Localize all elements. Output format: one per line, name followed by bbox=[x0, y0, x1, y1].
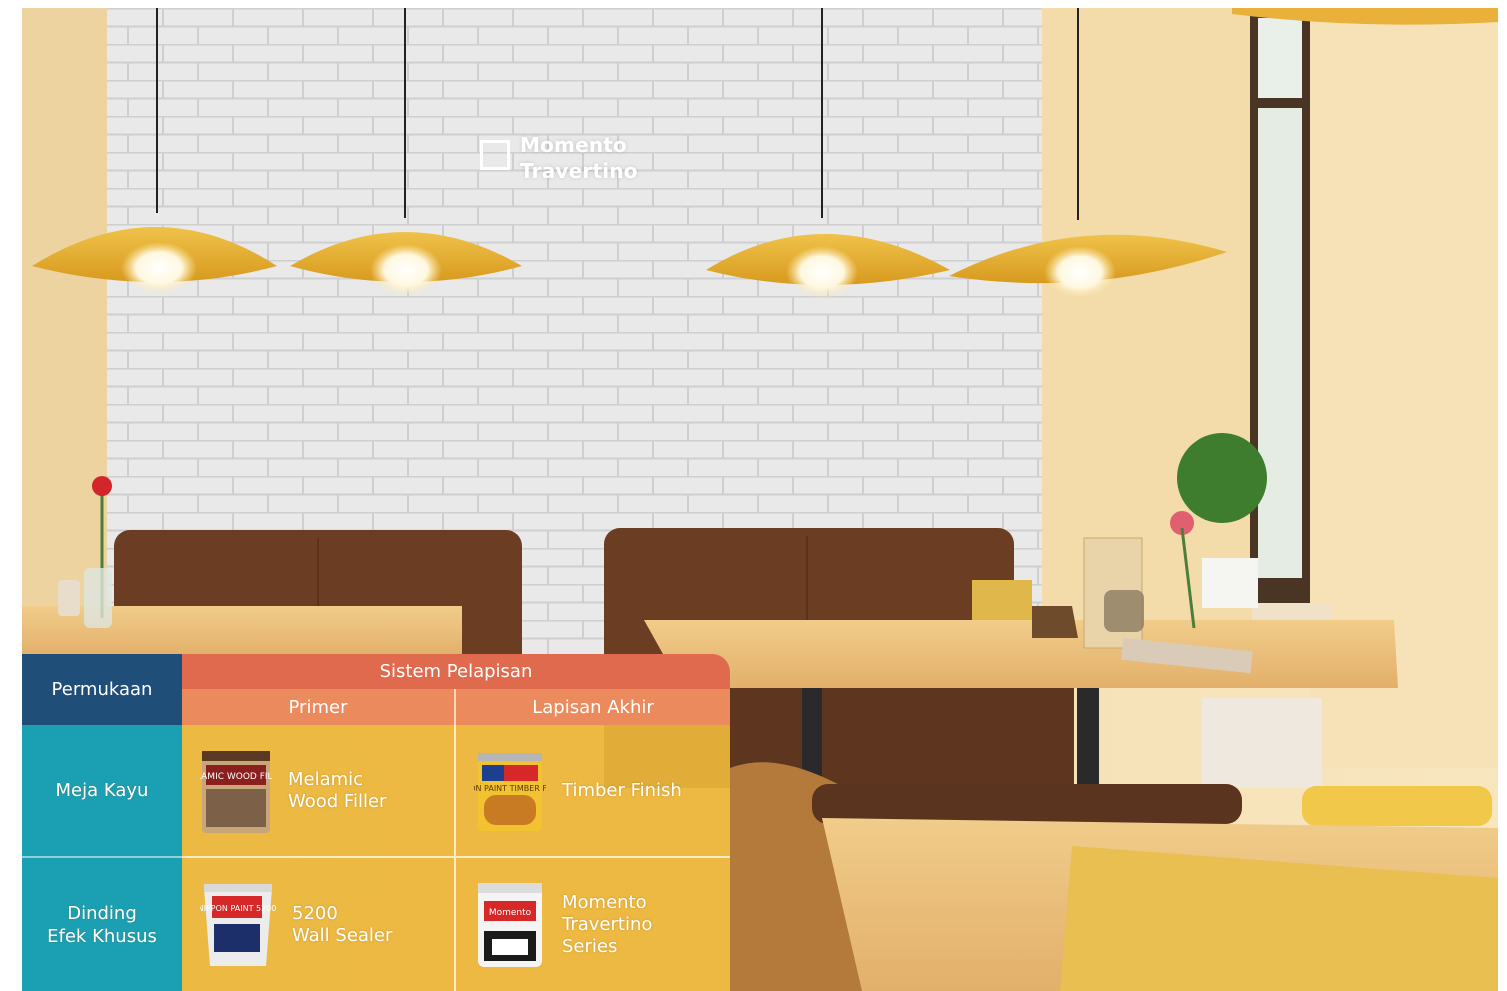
paint-can-image: NIPPON PAINT 5200 bbox=[200, 883, 276, 966]
product-name-text: Momento Travertino bbox=[520, 132, 638, 184]
can-label: NIPPON PAINT TIMBER FINISH bbox=[474, 784, 546, 793]
header-coating-system: Sistem Pelapisan bbox=[182, 654, 730, 689]
paint-can-image: NIPPON PAINT TIMBER FINISH bbox=[474, 752, 546, 831]
row-label-special-effect-wall: Dinding Efek Khusus bbox=[22, 858, 182, 991]
header-final-coat: Lapisan Akhir bbox=[456, 689, 730, 725]
paint-can-image: Momento bbox=[478, 882, 542, 967]
header-surface: Permukaan bbox=[22, 654, 182, 725]
can-label: MELAMIC WOOD FILLER bbox=[200, 772, 272, 782]
product-5200-wall-sealer: NIPPON PAINT 5200 5200 Wall Sealer bbox=[182, 858, 456, 991]
product-name: 5200 Wall Sealer bbox=[292, 902, 393, 946]
header-primer: Primer bbox=[182, 689, 456, 725]
paint-can-image: MELAMIC WOOD FILLER bbox=[200, 750, 272, 833]
product-name: Melamic Wood Filler bbox=[288, 768, 387, 812]
product-name-line1: Momento bbox=[520, 133, 627, 157]
photo-frame: Momento Travertino Permukaan Sistem Pela… bbox=[22, 8, 1498, 991]
row-label-text: Dinding Efek Khusus bbox=[47, 902, 157, 947]
product-name-line2: Travertino bbox=[520, 159, 638, 183]
product-melamic-wood-filler: MELAMIC WOOD FILLER Melamic Wood Filler bbox=[182, 725, 456, 858]
product-timber-finish: NIPPON PAINT TIMBER FINISH Timber Finish bbox=[456, 725, 730, 858]
product-name: Momento Travertino Series bbox=[562, 891, 653, 957]
product-name: Timber Finish bbox=[562, 779, 682, 801]
product-momento-travertino-series: Momento Momento Travertino Series bbox=[456, 858, 730, 991]
row-label-text: Meja Kayu bbox=[55, 780, 149, 801]
can-label: Momento bbox=[489, 908, 532, 918]
coating-system-table: Permukaan Sistem Pelapisan Primer Lapisa… bbox=[22, 654, 730, 991]
row-label-wood-table: Meja Kayu bbox=[22, 725, 182, 858]
can-label: NIPPON PAINT 5200 bbox=[200, 904, 276, 913]
square-icon bbox=[480, 140, 510, 170]
product-name-label: Momento Travertino bbox=[480, 132, 638, 184]
